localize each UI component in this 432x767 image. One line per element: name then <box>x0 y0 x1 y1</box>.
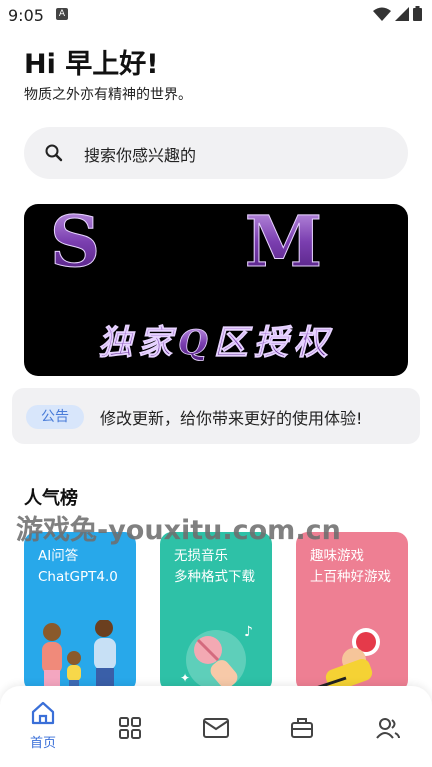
bottom-navigation: 首页 <box>0 686 432 767</box>
nav-messages[interactable] <box>186 700 246 760</box>
nav-home[interactable]: 首页 <box>13 700 73 760</box>
wifi-icon <box>373 7 391 21</box>
announcement-tag: 公告 <box>26 405 84 429</box>
search-bar[interactable]: 搜索你感兴趣的 <box>24 127 408 179</box>
svg-text:✦: ✦ <box>180 671 190 685</box>
battery-icon <box>413 6 422 21</box>
card-music[interactable]: 无损音乐 多种格式下载 ♪ ✦ <box>160 532 272 692</box>
greeting-subtitle: 物质之外亦有精神的世界。 <box>24 87 192 103</box>
announcement-bar[interactable]: 公告 修改更新，给你带来更好的使用体验! <box>12 388 420 444</box>
card-games[interactable]: 趣味游戏 上百种好游戏 <box>296 532 408 692</box>
signal-icon <box>395 6 409 21</box>
nav-categories[interactable] <box>100 700 160 760</box>
banner-subtitle: 独家Q区授权 <box>98 323 334 363</box>
announcement-text: 修改更新，给你带来更好的使用体验! <box>100 409 363 428</box>
users-icon <box>376 718 400 739</box>
home-icon <box>31 701 55 725</box>
toolbox-icon <box>291 718 313 738</box>
notification-badge: A <box>56 8 68 20</box>
inbox-icon <box>203 718 229 738</box>
family-illustration-icon <box>42 620 116 692</box>
status-icons <box>373 6 422 21</box>
site-watermark: 游戏兔-youxitu.com.cn <box>16 515 341 546</box>
nav-tools[interactable] <box>272 700 332 760</box>
popular-title: 人气榜 <box>24 488 78 509</box>
status-time: 9:05 <box>8 6 44 25</box>
svg-text:♪: ♪ <box>244 624 253 640</box>
status-bar: 9:05 A <box>0 0 432 30</box>
popular-cards: AI问答 ChatGPT4.0 无损音乐 多种格式下载 ♪ ✦ 趣味游戏 上百种… <box>24 532 424 692</box>
banner-logo-text: S M <box>50 204 382 283</box>
promo-banner[interactable]: S M 独家Q区授权 <box>24 204 408 376</box>
banner-art: S M 独家Q区授权 <box>49 204 382 363</box>
grid-icon <box>119 717 141 739</box>
microphone-icon: ♪ ✦ <box>180 624 253 690</box>
game-character-icon <box>315 628 380 691</box>
card-title: AI问答 ChatGPT4.0 <box>38 548 118 585</box>
nav-home-label: 首页 <box>29 736 56 751</box>
card-title: 无损音乐 多种格式下载 <box>174 548 255 585</box>
search-placeholder: 搜索你感兴趣的 <box>84 146 197 165</box>
card-title: 趣味游戏 上百种好游戏 <box>310 548 391 585</box>
greeting-title: Hi 早上好! <box>24 49 159 80</box>
search-icon <box>45 144 63 162</box>
nav-profile[interactable] <box>358 700 418 760</box>
card-ai-chat[interactable]: AI问答 ChatGPT4.0 <box>24 532 136 692</box>
